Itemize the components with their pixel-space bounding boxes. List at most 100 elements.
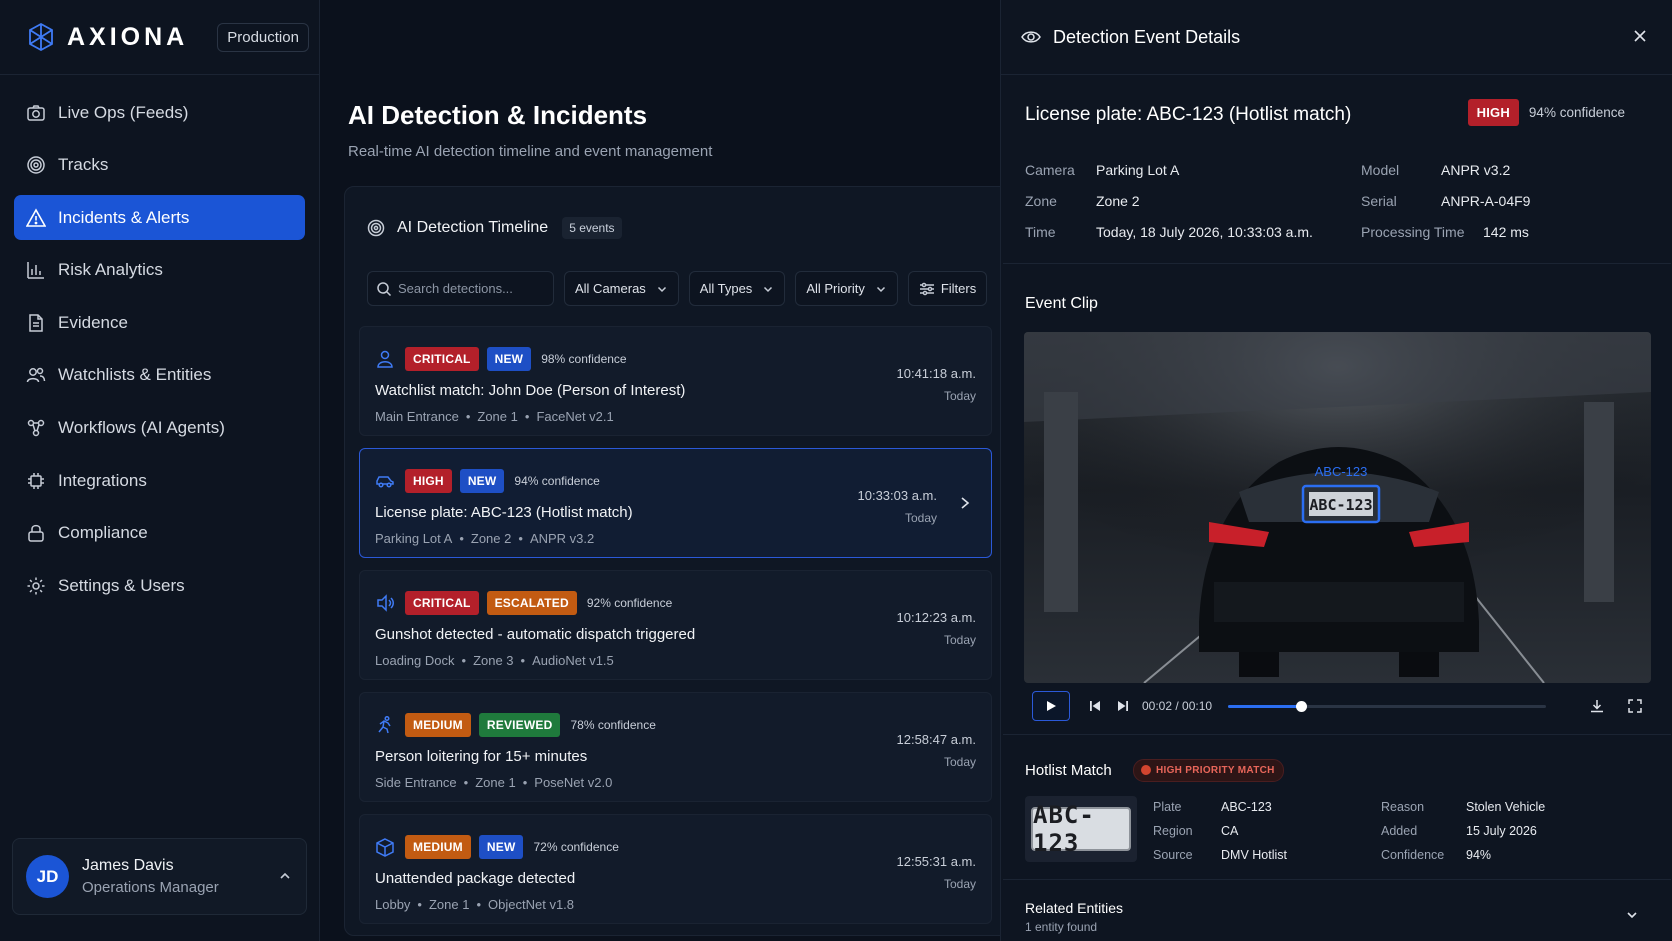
search-input[interactable] <box>398 281 548 296</box>
event-title: Gunshot detected - automatic dispatch tr… <box>375 626 696 643</box>
event-card[interactable]: MEDIUM REVIEWED 78% confidence Person lo… <box>359 692 992 802</box>
event-time: 10:12:23 a.m. Today <box>897 610 977 647</box>
search-box[interactable] <box>367 271 554 306</box>
nav-item-workflows[interactable]: Workflows (AI Agents) <box>14 406 305 451</box>
hotlist-confidence: Confidence 94% <box>1381 848 1492 862</box>
detail-camera: Camera Parking Lot A <box>1025 162 1180 178</box>
chevron-up-icon[interactable] <box>278 869 292 883</box>
event-location: Lobby <box>375 897 411 912</box>
priority-badge: CRITICAL <box>405 347 479 371</box>
download-icon[interactable] <box>1589 698 1605 714</box>
playback-progress[interactable] <box>1228 700 1547 712</box>
nav-item-tracks[interactable]: Tracks <box>14 143 305 188</box>
panel-header: Detection Event Details <box>1001 0 1672 75</box>
user-name: James Davis <box>82 857 174 874</box>
chevron-down-icon[interactable] <box>1625 908 1639 922</box>
detection-timeline: AI Detection Timeline 5 events All Camer… <box>344 186 1014 936</box>
play-button[interactable] <box>1032 691 1070 721</box>
user-menu[interactable]: JD James Davis Operations Manager <box>12 838 307 915</box>
event-timestamp: 10:33:03 a.m. <box>857 488 938 503</box>
event-title: Watchlist match: John Doe (Person of Int… <box>375 382 686 399</box>
chevron-right-icon[interactable] <box>959 496 971 510</box>
detail-processing-time: Processing Time 142 ms <box>1361 224 1529 240</box>
speaker-icon <box>377 594 394 612</box>
event-card[interactable]: MEDIUM NEW 72% confidence Unattended pac… <box>359 814 992 924</box>
brand-logo-icon[interactable] <box>26 22 56 52</box>
nav-item-watchlists[interactable]: Watchlists & Entities <box>14 353 305 398</box>
event-summary: License plate: ABC-123 (Hotlist match) H… <box>1003 78 1671 264</box>
video-plate-text: ABC-123 <box>1309 496 1372 514</box>
nav-item-integrations[interactable]: Integrations <box>14 458 305 503</box>
select-value: All Priority <box>806 281 865 296</box>
page-subtitle: Real-time AI detection timeline and even… <box>348 143 713 160</box>
nav-item-risk-analytics[interactable]: Risk Analytics <box>14 248 305 293</box>
timeline-header: AI Detection Timeline 5 events <box>367 217 622 239</box>
event-location: Parking Lot A <box>375 531 453 546</box>
alert-dot-icon <box>1141 765 1151 775</box>
event-card-selected[interactable]: HIGH NEW 94% confidence License plate: A… <box>359 448 992 558</box>
panel-title: Detection Event Details <box>1053 26 1241 47</box>
workflow-icon <box>27 419 45 437</box>
car-icon <box>376 476 394 488</box>
video-player[interactable]: ABC-123 ABC-123 <box>1024 332 1651 683</box>
skip-back-icon[interactable] <box>1088 699 1102 713</box>
status-badge: REVIEWED <box>478 713 561 737</box>
skip-forward-icon[interactable] <box>1116 699 1130 713</box>
event-time: 12:58:47 a.m. Today <box>897 732 977 769</box>
plate-thumbnail[interactable]: ABC-123 <box>1025 796 1137 862</box>
user-role: Operations Manager <box>82 879 219 896</box>
event-clip: Event Clip ABC-123 ABC-123 00:02 / 00:10 <box>1003 275 1671 735</box>
event-model: AudioNet v1.5 <box>532 653 614 668</box>
confidence-text: 94% confidence <box>514 474 600 488</box>
related-entities[interactable]: Related Entities 1 entity found <box>1003 890 1671 941</box>
event-title: License plate: ABC-123 (Hotlist match) <box>375 504 633 521</box>
detail-time: Time Today, 18 July 2026, 10:33:03 a.m. <box>1025 224 1313 240</box>
event-location: Loading Dock <box>375 653 455 668</box>
nav-item-live-ops[interactable]: Live Ops (Feeds) <box>14 90 305 135</box>
event-card[interactable]: CRITICAL NEW 98% confidence Watchlist ma… <box>359 326 992 436</box>
video-overlay-label: ABC-123 <box>1315 464 1368 479</box>
event-day: Today <box>904 511 937 525</box>
event-model: ObjectNet v1.8 <box>488 897 575 912</box>
plate-image-text: ABC-123 <box>1031 801 1131 857</box>
close-icon[interactable] <box>1632 28 1648 44</box>
avatar: JD <box>26 855 69 898</box>
nav-item-compliance[interactable]: Compliance <box>14 511 305 556</box>
type-filter-select[interactable]: All Types <box>688 271 786 306</box>
event-card[interactable]: CRITICAL ESCALATED 92% confidence Gunsho… <box>359 570 992 680</box>
hotlist-source: Source DMV Hotlist <box>1153 848 1287 862</box>
nav-item-settings[interactable]: Settings & Users <box>14 563 305 608</box>
summary-badges: HIGH 94% confidence <box>1467 99 1625 126</box>
clip-title: Event Clip <box>1025 295 1098 312</box>
hotlist-match: Hotlist Match HIGH PRIORITY MATCH ABC-12… <box>1003 744 1671 880</box>
fullscreen-icon[interactable] <box>1627 698 1643 714</box>
priority-badge: HIGH <box>1467 99 1519 126</box>
camera-filter-select[interactable]: All Cameras <box>564 271 679 306</box>
nav-item-incidents[interactable]: Incidents & Alerts <box>14 195 305 241</box>
filters-button[interactable]: Filters <box>907 271 988 306</box>
person-icon <box>377 350 393 368</box>
status-badge: ESCALATED <box>486 591 577 615</box>
hotlist-region: Region CA <box>1153 824 1239 838</box>
gear-icon <box>27 577 45 595</box>
event-meta: Parking Lot A • Zone 2 • ANPR v3.2 <box>375 531 595 546</box>
confidence-text: 92% confidence <box>586 596 673 610</box>
priority-badge: HIGH <box>405 469 452 493</box>
event-timestamp: 10:41:18 a.m. <box>896 366 977 381</box>
event-model: ANPR v3.2 <box>529 531 595 546</box>
priority-filter-select[interactable]: All Priority <box>795 271 898 306</box>
event-details-panel: Detection Event Details License plate: A… <box>1000 0 1672 941</box>
hotlist-added: Added 15 July 2026 <box>1381 824 1537 838</box>
timeline-title: AI Detection Timeline <box>397 219 549 236</box>
page-title: AI Detection & Incidents <box>348 100 648 130</box>
running-person-icon <box>378 715 391 734</box>
priority-badge: MEDIUM <box>405 713 471 737</box>
event-meta: Main Entrance • Zone 1 • FaceNet v2.1 <box>375 409 614 424</box>
target-icon <box>367 219 385 237</box>
chevron-down-icon <box>876 286 885 292</box>
confidence-text: 72% confidence <box>533 840 619 854</box>
users-icon <box>26 368 46 383</box>
nav-item-evidence[interactable]: Evidence <box>14 300 305 345</box>
environment-selector[interactable]: Production <box>217 22 309 52</box>
progress-handle[interactable] <box>1296 700 1308 712</box>
